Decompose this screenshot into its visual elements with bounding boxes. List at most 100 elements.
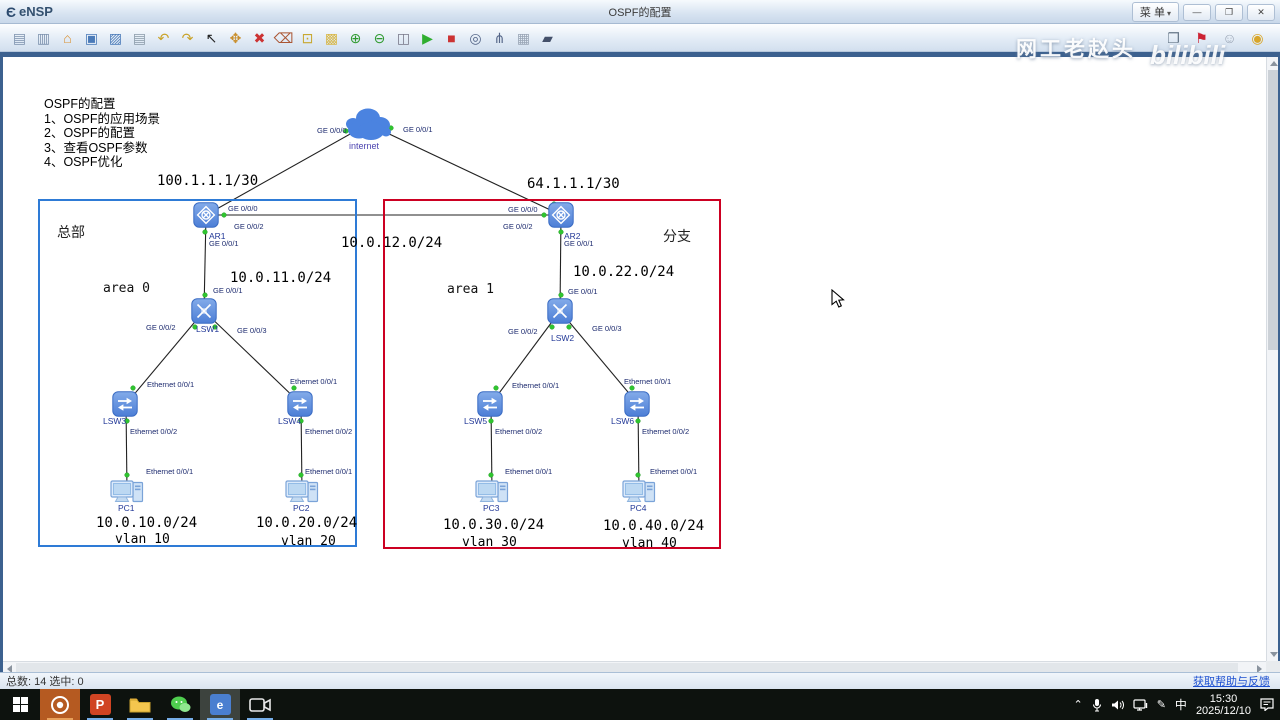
add-note-icon[interactable]: ⊡ <box>297 28 318 48</box>
note-line: 1、OSPF的应用场景 <box>44 111 160 126</box>
zoom-out-icon[interactable]: ⊖ <box>369 28 390 48</box>
close-button[interactable]: ✕ <box>1247 3 1275 21</box>
scroll-down-icon[interactable] <box>1270 652 1278 657</box>
area1-label: area 1 <box>447 282 494 297</box>
ime-indicator[interactable]: 中 <box>1175 696 1187 713</box>
watermark-bilibili-logo: bilibili <box>1150 40 1226 70</box>
interface-label: Ethernet 0/0/1 <box>305 467 353 476</box>
interface-label: GE 0/0/1 <box>403 125 433 134</box>
new-test-paper-icon[interactable]: ▥ <box>33 28 54 48</box>
vlan20-label: vlan 20 <box>281 534 336 549</box>
device-label-pc2: PC2 <box>293 503 310 513</box>
taskbar-app-screen-recorder[interactable] <box>40 689 80 720</box>
interface-label: Ethernet 0/0/2 <box>495 427 543 436</box>
save-icon[interactable]: ▣ <box>81 28 102 48</box>
topology-canvas[interactable]: OSPF的配置 1、OSPF的应用场景 2、OSPF的配置 3、查看OSPF参数… <box>3 57 1266 661</box>
interface-label: GE 0/0/3 <box>592 324 622 333</box>
minimize-button[interactable]: — <box>1183 3 1211 21</box>
restore-button[interactable]: ❐ <box>1215 3 1243 21</box>
ip-label-hq-lan: 10.0.11.0/24 <box>230 270 332 286</box>
interface-label: GE 0/0/2 <box>234 222 264 231</box>
device-label-lsw6: LSW6 <box>611 416 635 426</box>
redo-icon[interactable]: ↷ <box>177 28 198 48</box>
watermark-channel-name: 网工老赵头 <box>1016 38 1136 61</box>
delete-connections-icon[interactable]: ⌫ <box>273 28 294 48</box>
note-line: 4、OSPF优化 <box>44 155 123 169</box>
vertical-scrollbar[interactable] <box>1266 57 1278 661</box>
title-bar: Є eNSP OSPF的配置 菜 单 ▾ — ❐ ✕ <box>0 0 1280 24</box>
device-label-lsw3: LSW3 <box>103 416 127 426</box>
hq-zone-label: 总部 <box>57 224 85 240</box>
help-feedback-link[interactable]: 获取帮助与反馈 <box>1193 673 1270 689</box>
zoom-reset-icon[interactable]: ◫ <box>393 28 414 48</box>
grid-icon[interactable]: ▦ <box>513 28 534 48</box>
video-camera-icon <box>249 697 271 712</box>
speaker-icon[interactable] <box>1111 699 1124 711</box>
taskbar-app-wechat[interactable] <box>160 689 200 720</box>
ip-label-vlan40-net: 10.0.40.0/24 <box>603 518 705 534</box>
open-icon[interactable]: ⌂ <box>57 28 78 48</box>
stop-devices-icon[interactable]: ■ <box>441 28 462 48</box>
zoom-in-icon[interactable]: ⊕ <box>345 28 366 48</box>
ip-label-vlan10-net: 10.0.10.0/24 <box>96 515 198 531</box>
interface-label: Ethernet 0/0/1 <box>290 377 338 386</box>
device-ar1[interactable] <box>193 202 219 233</box>
print-icon[interactable]: ▤ <box>129 28 150 48</box>
microphone-icon[interactable] <box>1092 698 1102 712</box>
horizontal-scrollbar[interactable] <box>3 661 1266 673</box>
scroll-up-icon[interactable] <box>1270 61 1278 66</box>
start-devices-icon[interactable]: ▶ <box>417 28 438 48</box>
taskbar-clock[interactable]: 15:30 2025/12/10 <box>1196 693 1251 717</box>
vlan30-label: vlan 30 <box>462 535 517 550</box>
console-display-icon[interactable]: ▰ <box>537 28 558 48</box>
device-label-lsw5: LSW5 <box>464 416 488 426</box>
interface-label: Ethernet 0/0/2 <box>305 427 353 436</box>
palette-icon[interactable]: ▩ <box>321 28 342 48</box>
network-icon[interactable] <box>1133 698 1148 711</box>
about-icon[interactable]: ◉ <box>1247 28 1268 48</box>
delete-icon[interactable]: ✖ <box>249 28 270 48</box>
device-label-pc4: PC4 <box>630 503 647 513</box>
interface-label: GE 0/0/1 <box>213 286 243 295</box>
interface-label: GE 0/0/2 <box>146 323 176 332</box>
vlan10-label: vlan 10 <box>115 532 170 547</box>
topology-data-icon[interactable]: ⋔ <box>489 28 510 48</box>
ensp-window: Є eNSP OSPF的配置 菜 单 ▾ — ❐ ✕ ▤ ▥ ⌂ ▣ ▨ ▤ ↶ … <box>0 0 1280 720</box>
windows-logo-icon <box>12 697 28 712</box>
taskbar-app-file-explorer[interactable] <box>120 689 160 720</box>
pan-icon[interactable]: ✥ <box>225 28 246 48</box>
chevron-down-icon: ▾ <box>1166 9 1171 18</box>
interface-label: GE 0/0/1 <box>564 239 594 248</box>
packet-capture-icon[interactable]: ◎ <box>465 28 486 48</box>
undo-icon[interactable]: ↶ <box>153 28 174 48</box>
new-topology-icon[interactable]: ▤ <box>9 28 30 48</box>
ensp-taskbar-icon: e <box>209 694 231 715</box>
interface-label: GE 0/0/1 <box>568 287 598 296</box>
taskbar-app-ensp[interactable]: e <box>200 689 240 720</box>
ip-label-wan-hq: 100.1.1.1/30 <box>157 173 259 189</box>
ip-label-wan-branch: 64.1.1.1/30 <box>527 176 620 192</box>
notification-center-icon[interactable] <box>1260 698 1274 711</box>
start-button[interactable] <box>0 689 40 720</box>
horizontal-scroll-thumb[interactable] <box>16 663 1238 672</box>
interface-label: GE 0/0/0 <box>228 204 258 213</box>
screen-recorder-icon <box>51 695 69 714</box>
interface-label: GE 0/0/3 <box>237 326 267 335</box>
taskbar-app-powerpoint[interactable]: P <box>80 689 120 720</box>
mouse-cursor <box>831 289 845 308</box>
ip-label-inter-router: 10.0.12.0/24 <box>341 235 443 251</box>
device-ar2[interactable] <box>548 202 574 233</box>
tray-expand-icon[interactable]: ⌃ <box>1073 698 1082 711</box>
menu-button[interactable]: 菜 单 ▾ <box>1131 2 1179 22</box>
system-tray: ⌃ ✎ 中 15:30 2025/12/10 <box>1073 689 1274 720</box>
taskbar-app-camera[interactable] <box>240 689 280 720</box>
pen-icon[interactable]: ✎ <box>1157 698 1166 711</box>
save-as-icon[interactable]: ▨ <box>105 28 126 48</box>
select-icon[interactable]: ↖ <box>201 28 222 48</box>
folder-icon <box>129 698 151 712</box>
device-lsw2[interactable] <box>547 298 573 329</box>
device-label-pc3: PC3 <box>483 503 500 513</box>
vlan40-label: vlan 40 <box>622 536 677 551</box>
vertical-scroll-thumb[interactable] <box>1268 70 1278 350</box>
note-line: OSPF的配置 <box>44 97 116 111</box>
